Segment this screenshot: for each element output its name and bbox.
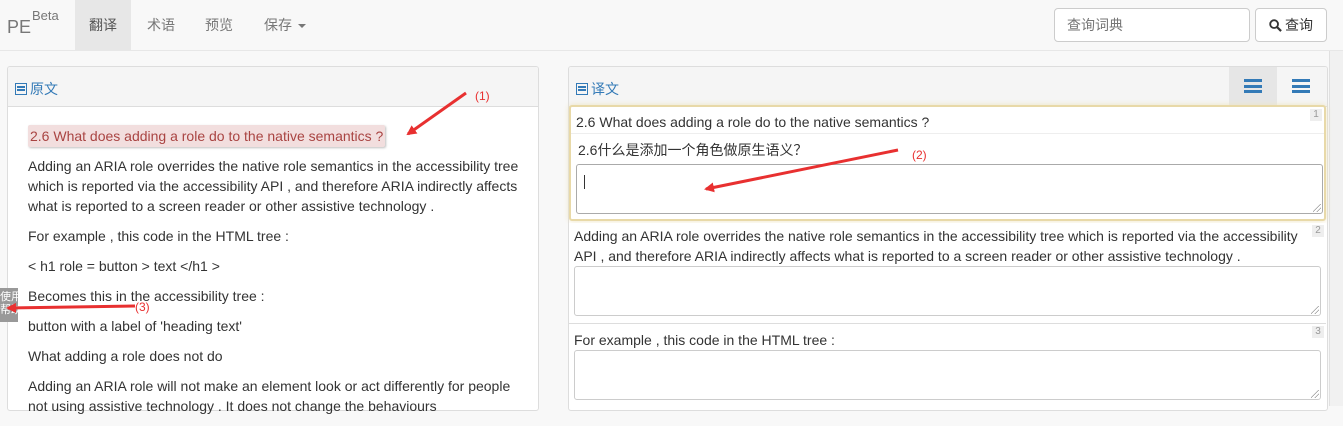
source-sentence[interactable]: Adding an ARIA role will not make an ele… [28,376,528,416]
source-sentence[interactable]: Becomes this in the accessibility tree : [28,286,528,306]
segment-row[interactable]: 3 For example , this code in the HTML tr… [569,323,1326,406]
source-sentence[interactable]: For example , this code in the HTML tree… [28,226,528,246]
caret-down-icon [298,24,306,29]
translation-textarea[interactable] [574,350,1321,400]
nav-terminology[interactable]: 术语 [133,0,189,50]
translation-textarea[interactable] [576,164,1323,214]
source-text: Adding an ARIA role overrides the native… [28,156,528,426]
nav-save-dropdown[interactable]: 保存 [250,0,320,50]
resize-handle-icon[interactable] [1313,204,1321,212]
source-sentence[interactable]: What adding a role does not do [28,346,528,366]
brand-logo[interactable]: PEBeta [7,8,59,38]
help-side-tab[interactable]: 使用 帮助 [0,288,22,322]
nav-preview[interactable]: 预览 [191,0,247,50]
source-sentence[interactable]: < h1 role = button > text </h1 > [28,256,528,276]
target-panel-heading: 译文 [569,67,1327,107]
segment-source: Adding an ARIA role overrides the native… [574,228,1298,264]
nav-translate[interactable]: 翻译 [75,0,131,50]
navbar: PEBeta 翻译 术语 预览 保存 查询 [0,0,1343,51]
machine-translation-suggestion[interactable]: 2.6什么是添加一个角色做原生语义？ [578,140,807,160]
search-icon [1269,18,1282,32]
source-sentence[interactable]: button with a label of 'heading text' [28,316,528,336]
page-scrollbar[interactable] [1329,51,1343,406]
segment-row[interactable]: 2 Adding an ARIA role overrides the nati… [569,223,1326,320]
text-cursor [584,175,585,189]
source-panel-title: 原文 [15,79,58,99]
resize-handle-icon[interactable] [1311,390,1319,398]
source-sentence[interactable]: Adding an ARIA role overrides the native… [28,156,528,216]
translation-textarea[interactable] [574,266,1321,316]
dictionary-search-input[interactable] [1054,8,1250,42]
list-icon [15,83,27,95]
detail-view-icon [1292,79,1310,93]
annotation-label-1: (1) [475,89,490,103]
source-sentence-highlighted[interactable]: 2.6 What does adding a role do to the na… [28,125,386,147]
source-panel-heading: 原文 [8,67,538,107]
segment-row[interactable]: 1 2.6 What does adding a role do to the … [569,105,1326,221]
list-icon [576,83,588,95]
segment-number: 1 [1310,109,1322,121]
view-detail-button[interactable] [1277,67,1325,105]
target-panel-title: 译文 [576,79,619,99]
view-list-button[interactable] [1229,67,1277,105]
annotation-label-2: (2) [912,148,927,162]
divider [571,133,1324,134]
search-button[interactable]: 查询 [1255,8,1327,42]
segment-source: For example , this code in the HTML tree… [574,332,835,348]
annotation-label-3: (3) [135,300,150,314]
list-view-icon [1244,79,1262,93]
segment-source: 2.6 What does adding a role do to the na… [576,114,930,130]
resize-handle-icon[interactable] [1311,306,1319,314]
segment-number: 3 [1312,326,1324,338]
